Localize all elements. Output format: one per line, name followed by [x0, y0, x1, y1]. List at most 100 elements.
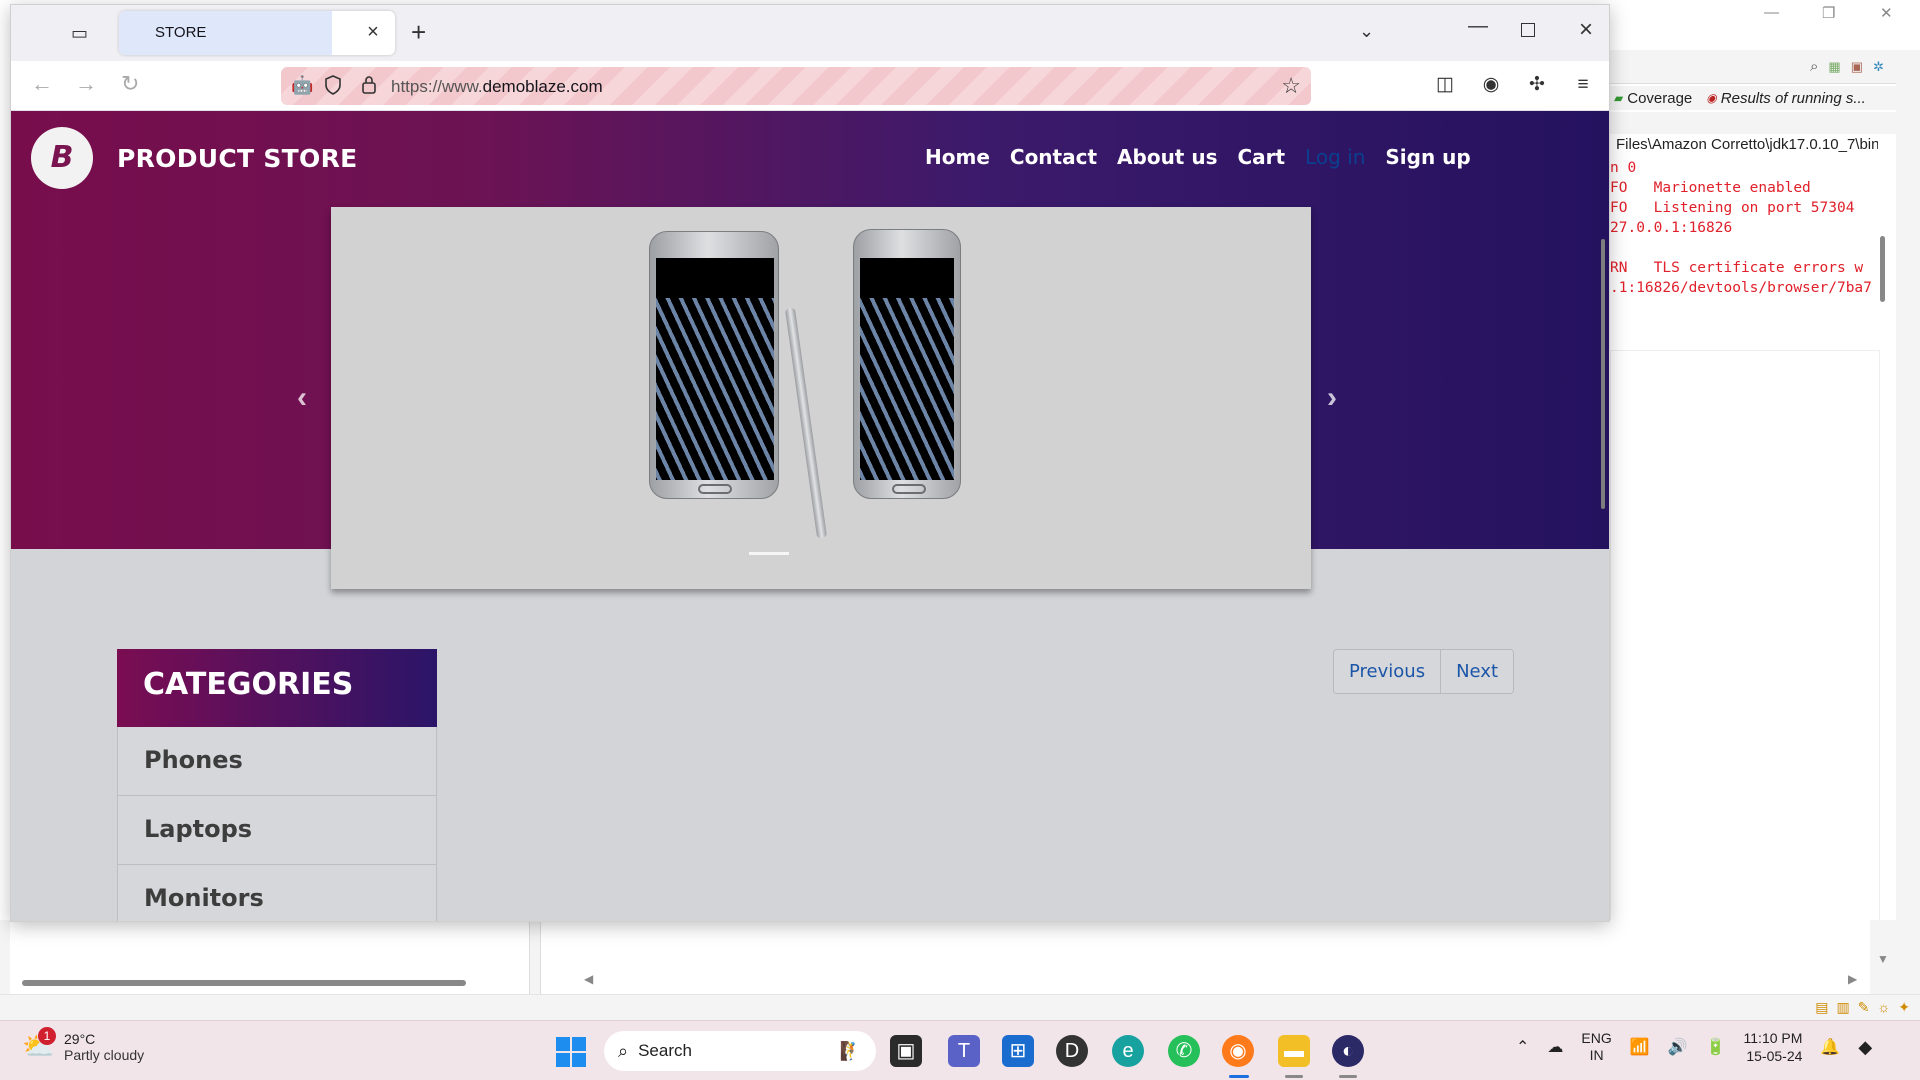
phone-side-image [853, 229, 961, 499]
weather-condition: Partly cloudy [64, 1047, 145, 1063]
categories-heading[interactable]: CATEGORIES [117, 649, 437, 727]
url-bar[interactable]: 🤖 https://www.demoblaze.com ☆ [281, 67, 1311, 105]
nav-log-in[interactable]: Log in [1305, 145, 1365, 169]
copilot-icon[interactable]: ◆ [1858, 1037, 1872, 1058]
volume-icon[interactable]: 🔊 [1668, 1037, 1688, 1057]
pocket-icon[interactable]: ◫ [1433, 73, 1457, 97]
status-icon[interactable]: ✎ [1858, 999, 1870, 1016]
close-window-icon[interactable]: × [1571, 15, 1601, 45]
reload-icon[interactable]: ↻ [121, 73, 139, 95]
account-icon[interactable]: ◉ [1479, 73, 1503, 97]
chevron-left-icon[interactable]: ‹ [297, 381, 307, 415]
edge-icon[interactable]: e [1112, 1035, 1144, 1067]
bookmark-star-icon[interactable]: ☆ [1281, 73, 1301, 99]
firefox-icon[interactable]: ◉ [1222, 1035, 1254, 1067]
dell-icon[interactable]: D [1056, 1035, 1088, 1067]
file-explorer-icon[interactable]: ▬ [1278, 1035, 1310, 1067]
close-tab-icon[interactable]: × [361, 20, 385, 44]
extensions-icon[interactable]: ✣ [1525, 73, 1549, 97]
eclipse-icon[interactable]: ◐ [1332, 1035, 1364, 1067]
product-carousel [331, 207, 1311, 589]
lock-icon[interactable] [361, 75, 377, 95]
brand[interactable]: B PRODUCT STORE [31, 127, 358, 189]
partly-cloudy-icon: ⛅ 1 [22, 1027, 56, 1061]
taskbar-search[interactable]: ⌕ Search 🧗 [604, 1031, 876, 1071]
brand-name[interactable]: PRODUCT STORE [117, 144, 358, 173]
tip-icon[interactable]: ✦ [1898, 999, 1910, 1016]
status-icon[interactable]: ▥ [1836, 999, 1849, 1016]
nav-sign-up[interactable]: Sign up [1385, 145, 1470, 169]
running-app-indicator [1285, 1075, 1303, 1078]
scroll-right-icon[interactable]: ▶ [1848, 972, 1857, 986]
remote-control-robot-icon[interactable]: 🤖 [291, 75, 313, 96]
taskbar: ⛅ 1 29°C Partly cloudy ⌕ Search 🧗 ▣ T ⊞ … [0, 1020, 1920, 1080]
start-button[interactable] [556, 1037, 586, 1067]
status-icon[interactable]: ▤ [1815, 999, 1828, 1016]
url-prefix: https://www. [391, 77, 483, 96]
ide-empty-pane [1610, 350, 1880, 970]
category-laptops[interactable]: Laptops [117, 796, 437, 865]
onedrive-cloud-icon[interactable]: ☁ [1547, 1037, 1563, 1057]
notifications-bell-icon[interactable]: 🔔 [1820, 1037, 1840, 1057]
firefox-view-icon[interactable]: ▭ [71, 23, 93, 45]
carousel-indicator[interactable] [749, 552, 789, 555]
nav-contact[interactable]: Contact [1010, 145, 1097, 169]
previous-button[interactable]: Previous [1334, 650, 1441, 693]
region-code: IN [1589, 1047, 1604, 1063]
chevron-right-icon[interactable]: › [1327, 381, 1337, 415]
ide-status-bar: ▤ ▥ ✎ ☼ ✦ [0, 994, 1920, 1020]
chevron-up-icon[interactable]: ⌃ [1516, 1037, 1529, 1057]
scroll-down-icon[interactable]: ▼ [1877, 952, 1889, 966]
url-text[interactable]: https://www.demoblaze.com [391, 77, 603, 97]
ide-restore-icon[interactable]: ❐ [1822, 4, 1835, 22]
console-view: Files\Amazon Corretto\jdk17.0.10_7\bin\j… [1610, 134, 1878, 324]
maximize-icon[interactable] [1521, 23, 1535, 37]
tab-title: STORE [155, 24, 207, 41]
weather-widget[interactable]: ⛅ 1 29°C Partly cloudy [22, 1027, 145, 1065]
category-monitors[interactable]: Monitors [117, 865, 437, 921]
ide-side-toolbar [1896, 50, 1920, 1040]
console-scrollbar[interactable] [1880, 236, 1885, 302]
scroll-left-icon[interactable]: ◀ [584, 972, 593, 986]
java-perspective-icon[interactable]: ▣ [1851, 59, 1863, 75]
ide-view-toolbar [1610, 112, 1920, 134]
task-view-icon[interactable]: ▣ [890, 1035, 922, 1067]
brand-logo[interactable]: B [31, 127, 93, 189]
nav-about-us[interactable]: About us [1117, 145, 1217, 169]
phone-screen [860, 258, 954, 480]
phone-front-image [649, 231, 779, 499]
tab-test-results[interactable]: ◉ Results of running s... [1702, 90, 1876, 107]
tab-store[interactable]: STORE × [119, 11, 395, 55]
whatsapp-icon[interactable]: ✆ [1168, 1035, 1200, 1067]
category-phones[interactable]: Phones [117, 727, 437, 796]
navigation-toolbar: ← → ↻ 🤖 https://www.demoblaze.com ☆ ◫ ◉ … [11, 61, 1609, 111]
language-indicator[interactable]: ENG IN [1581, 1030, 1611, 1064]
horizontal-scrollbar[interactable] [22, 980, 466, 986]
next-button[interactable]: Next [1440, 650, 1514, 693]
battery-icon[interactable]: 🔋 [1706, 1037, 1726, 1057]
clock[interactable]: 11:10 PM 15-05-24 [1744, 1029, 1803, 1065]
new-tab-icon[interactable]: + [411, 19, 426, 45]
running-app-indicator [1339, 1075, 1357, 1078]
debug-perspective-icon[interactable]: ✲ [1873, 59, 1884, 75]
forward-icon[interactable]: → [75, 73, 97, 95]
nav-cart[interactable]: Cart [1237, 145, 1285, 169]
teams-icon[interactable]: T [948, 1035, 980, 1067]
ide-minimize-icon[interactable]: — [1764, 4, 1779, 21]
tracking-protection-shield-icon[interactable] [325, 75, 341, 95]
back-icon[interactable]: ← [31, 73, 53, 95]
page-scrollbar[interactable] [1601, 239, 1605, 509]
ide-close-icon[interactable]: ✕ [1880, 4, 1893, 22]
status-icon[interactable]: ☼ [1877, 999, 1890, 1016]
wifi-icon[interactable]: 📶 [1630, 1037, 1650, 1057]
nav-home[interactable]: Home [925, 145, 990, 169]
system-tray: ⌃ ☁ ENG IN 📶 🔊 🔋 11:10 PM 15-05-24 🔔 ◆ [1516, 1029, 1872, 1065]
perspective-icon[interactable]: ▦ [1828, 59, 1840, 75]
microsoft-store-icon[interactable]: ⊞ [1002, 1035, 1034, 1067]
list-all-tabs-icon[interactable]: ⌄ [1359, 21, 1374, 42]
search-icon[interactable]: ⌕ [1810, 58, 1818, 75]
minimize-icon[interactable]: — [1463, 15, 1493, 45]
status-icons: ▤ ▥ ✎ ☼ ✦ [1815, 999, 1910, 1016]
tab-coverage[interactable]: ▰ Coverage [1610, 90, 1702, 107]
menu-icon[interactable]: ≡ [1571, 73, 1595, 97]
